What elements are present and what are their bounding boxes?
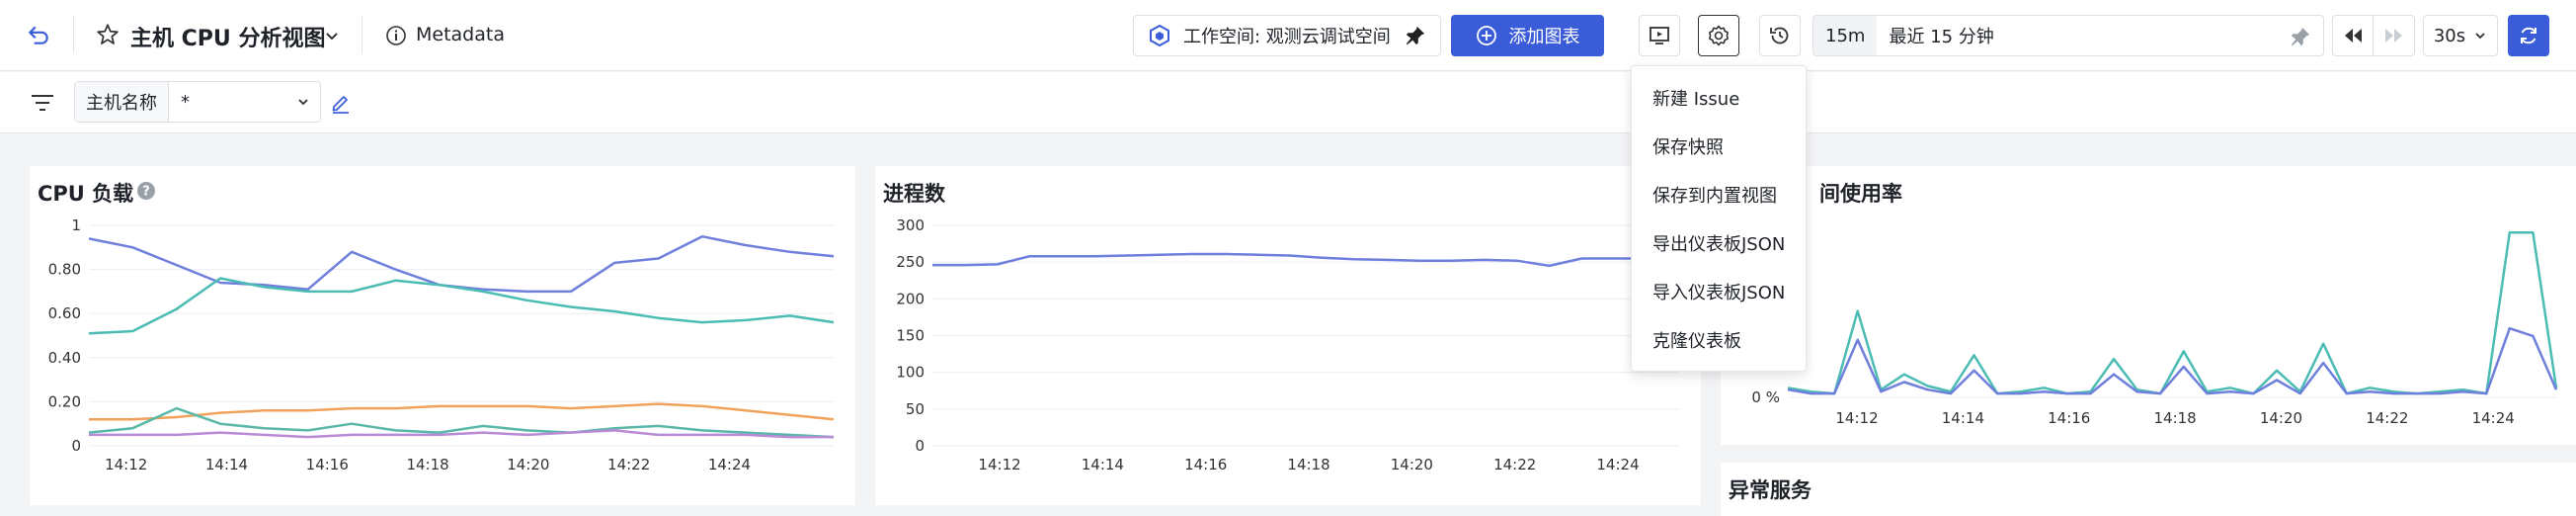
- host-name-value: *: [181, 91, 190, 113]
- pin-icon[interactable]: [2290, 26, 2311, 47]
- disk-usage-panel: 间使用率 0 % 14:12 14:14 14:16 14:18 14:20 14:22 14…: [1721, 166, 2576, 445]
- x-tick-label: 14:18: [1287, 456, 1329, 473]
- y-tick-label: 0: [71, 437, 81, 455]
- chart-svg: 0 % 14:12 14:14 14:16 14:18 14:20 14:22 14:24: [1751, 230, 2558, 427]
- page-title[interactable]: 主机 CPU 分析视图: [130, 21, 325, 52]
- pin-icon[interactable]: [1405, 25, 1426, 46]
- filter-icon[interactable]: [30, 92, 55, 114]
- y-tick-label: 1: [71, 216, 81, 234]
- chevron-down-icon: [296, 95, 310, 109]
- refresh-interval-select[interactable]: 30s: [2423, 15, 2498, 56]
- process-count-panel: 进程数 0 50 100 150 200 250 300 14:12 14:14 14:16 14:…: [875, 166, 1701, 505]
- menu-item-save-builtin-view[interactable]: 保存到内置视图: [1652, 182, 1777, 208]
- y-tick-label: 0: [915, 437, 925, 455]
- y-tick-label: 250: [896, 253, 925, 271]
- time-nav-group: [2332, 15, 2415, 56]
- disk-usage-chart: 0 % 14:12 14:14 14:16 14:18 14:20 14:22 14:24: [1721, 166, 2576, 445]
- y-tick-label: 50: [906, 400, 925, 418]
- host-name-filter: 主机名称 *: [74, 81, 321, 123]
- x-tick-label: 14:20: [1391, 456, 1433, 473]
- add-chart-button[interactable]: 添加图表: [1451, 15, 1604, 56]
- series-line: [932, 252, 1680, 268]
- history-button[interactable]: [1759, 15, 1801, 56]
- y-tick-label: 0.60: [48, 304, 81, 322]
- time-range-picker[interactable]: 15m 最近 15 分钟: [1812, 15, 2324, 56]
- x-tick-label: 14:24: [2472, 409, 2515, 427]
- x-tick-label: 14:12: [978, 456, 1020, 473]
- x-tick-label: 14:24: [1596, 456, 1639, 473]
- workspace-icon: [1148, 24, 1171, 47]
- time-short-badge: 15m: [1813, 16, 1878, 55]
- top-bar: 主机 CPU 分析视图 Metadata 工作空间: 观测云调试空间 添加图表: [0, 0, 2576, 71]
- workspace-selector[interactable]: 工作空间: 观测云调试空间: [1133, 15, 1441, 56]
- x-tick-label: 14:18: [2153, 409, 2196, 427]
- x-tick-label: 14:22: [1493, 456, 1536, 473]
- y-tick-label: 150: [896, 327, 925, 345]
- series-line: [1787, 326, 2558, 395]
- chart-svg: 0 0.20 0.40 0.60 0.80 1 14:12 14:14 14:16 14:18 14…: [48, 216, 835, 473]
- menu-item-export-json[interactable]: 导出仪表板JSON: [1652, 230, 1785, 256]
- y-tick-label: 100: [896, 364, 925, 382]
- x-tick-label: 14:20: [2260, 409, 2302, 427]
- info-icon: [385, 25, 407, 46]
- menu-item-clone-dashboard[interactable]: 克隆仪表板: [1652, 327, 1741, 353]
- host-name-select[interactable]: *: [169, 82, 320, 122]
- series-line: [1787, 230, 2558, 395]
- settings-button[interactable]: [1698, 15, 1739, 56]
- x-tick-label: 14:18: [406, 456, 448, 473]
- fast-forward-icon[interactable]: [2374, 16, 2414, 55]
- refresh-interval-value: 30s: [2433, 25, 2466, 46]
- workspace-label: 工作空间: 观测云调试空间: [1183, 27, 1391, 47]
- x-tick-label: 14:16: [1184, 456, 1227, 473]
- y-tick-label: 300: [896, 216, 925, 234]
- refresh-icon: [2518, 25, 2539, 46]
- panel-title: 异常服务: [1729, 478, 1811, 502]
- y-tick-label: 0.20: [48, 392, 81, 410]
- x-tick-label: 14:14: [205, 456, 248, 473]
- history-icon: [1768, 24, 1792, 47]
- metadata-link[interactable]: Metadata: [416, 24, 505, 45]
- settings-menu: 新建 Issue 保存快照 保存到内置视图 导出仪表板JSON 导入仪表板JSO…: [1631, 65, 1807, 372]
- filter-bar: 主机名称 *: [0, 72, 2576, 133]
- y-tick-label: 0 %: [1751, 388, 1780, 406]
- menu-item-new-issue[interactable]: 新建 Issue: [1652, 85, 1739, 111]
- series-line: [88, 234, 835, 294]
- cpu-load-panel: CPU 负载 ? 0 0.20 0.40 0.60 0.80 1 14:12 14:14 14:…: [30, 166, 855, 505]
- process-count-chart: 0 50 100 150 200 250 300 14:12 14:14 14:16 14:18 14…: [875, 166, 1701, 505]
- x-tick-label: 14:14: [1082, 456, 1124, 473]
- gear-icon: [1707, 24, 1731, 47]
- x-tick-label: 14:24: [708, 456, 751, 473]
- menu-item-save-snapshot[interactable]: 保存快照: [1652, 133, 1724, 159]
- filter-label: 主机名称: [75, 82, 169, 122]
- chevron-down-icon[interactable]: [323, 27, 341, 44]
- plus-circle-icon: [1476, 25, 1497, 46]
- star-icon[interactable]: [95, 22, 121, 47]
- y-tick-label: 0.40: [48, 349, 81, 367]
- back-icon[interactable]: [26, 22, 51, 47]
- x-tick-label: 14:22: [607, 456, 650, 473]
- chart-svg: 0 50 100 150 200 250 300 14:12 14:14 14:16 14:18 14…: [896, 216, 1680, 473]
- refresh-button[interactable]: [2508, 15, 2549, 56]
- monitor-play-icon: [1648, 24, 1671, 47]
- rewind-icon[interactable]: [2333, 16, 2375, 55]
- chevron-down-icon: [2473, 29, 2487, 43]
- x-tick-label: 14:16: [2048, 409, 2090, 427]
- x-tick-label: 14:20: [507, 456, 549, 473]
- x-tick-label: 14:22: [2366, 409, 2408, 427]
- presentation-button[interactable]: [1639, 15, 1680, 56]
- y-tick-label: 200: [896, 290, 925, 307]
- divider: [73, 16, 74, 53]
- x-tick-label: 14:14: [1942, 409, 1984, 427]
- time-range-label: 最近 15 分钟: [1889, 27, 1994, 47]
- menu-item-import-json[interactable]: 导入仪表板JSON: [1652, 279, 1785, 304]
- x-tick-label: 14:12: [105, 456, 147, 473]
- x-tick-label: 14:12: [1835, 409, 1878, 427]
- edit-icon[interactable]: [330, 92, 352, 114]
- add-chart-label: 添加图表: [1508, 27, 1580, 47]
- abnormal-services-panel: 异常服务: [1721, 463, 2576, 516]
- x-tick-label: 14:16: [306, 456, 349, 473]
- cpu-load-chart: 0 0.20 0.40 0.60 0.80 1 14:12 14:14 14:16 14:18 14…: [30, 166, 855, 505]
- y-tick-label: 0.80: [48, 261, 81, 279]
